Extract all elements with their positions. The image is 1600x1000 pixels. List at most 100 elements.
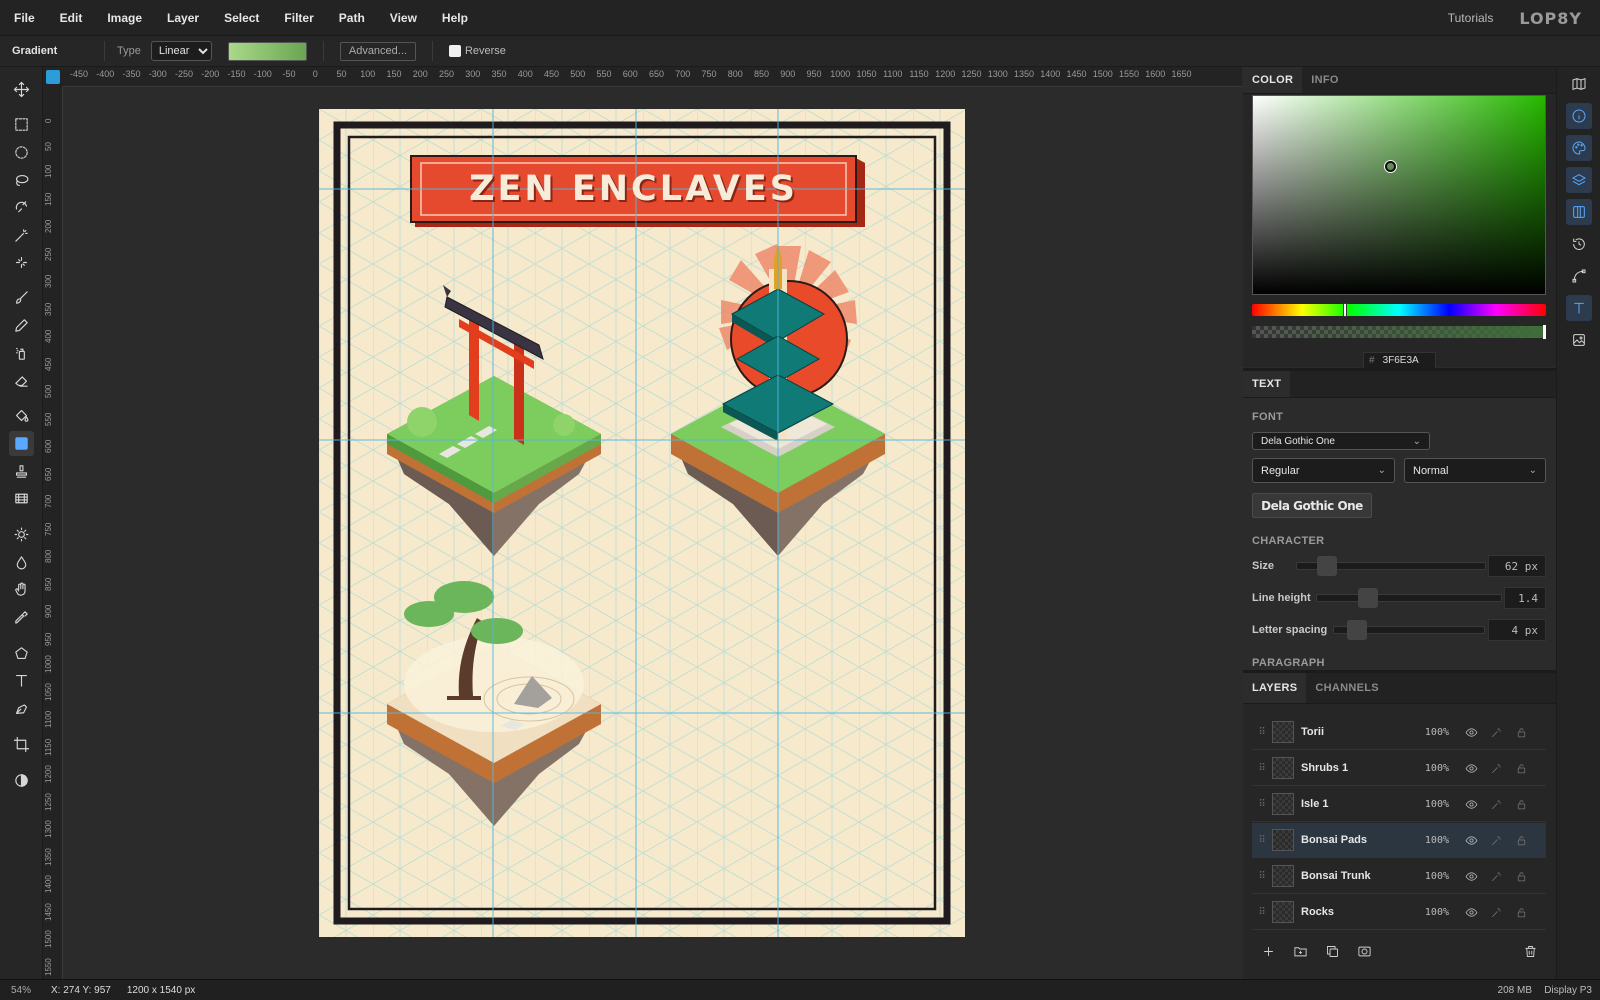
font-weight-select[interactable]: Regular ⌄	[1252, 458, 1395, 483]
move-tool[interactable]	[9, 77, 34, 102]
rect-select-tool[interactable]	[9, 112, 34, 137]
lasso-tool[interactable]	[9, 168, 34, 193]
horizontal-ruler[interactable]: -450 -400 -350 -300 -250 -200 -150 -100 -50 0 50 10…	[63, 67, 1242, 87]
layer-name[interactable]: Rocks	[1301, 906, 1411, 918]
gradient-type-select[interactable]: Linear	[150, 41, 212, 61]
menu-layer[interactable]: Layer	[153, 11, 210, 25]
size-slider-handle[interactable]	[1317, 556, 1337, 576]
layer-name[interactable]: Bonsai Trunk	[1301, 870, 1411, 882]
delete-layer-button[interactable]	[1514, 940, 1546, 962]
tab-layers[interactable]: LAYERS	[1243, 673, 1307, 703]
size-input[interactable]: 62 px	[1488, 555, 1546, 577]
quick-select-tool[interactable]	[9, 250, 34, 275]
reverse-checkbox[interactable]: Reverse	[448, 45, 506, 57]
layer-opacity[interactable]: 100%	[1411, 763, 1449, 774]
layer-opacity[interactable]: 100%	[1411, 799, 1449, 810]
navigator-toggle[interactable]	[1566, 71, 1592, 97]
eraser-tool[interactable]	[9, 368, 34, 393]
effects-button[interactable]	[1484, 906, 1509, 919]
adjust-tool[interactable]	[9, 768, 34, 793]
saturation-picker[interactable]	[1252, 95, 1546, 295]
crop-tool[interactable]	[9, 732, 34, 757]
tutorials-link[interactable]: Tutorials	[1448, 11, 1494, 25]
magic-wand-tool[interactable]	[9, 223, 34, 248]
guide-toggle[interactable]	[46, 70, 60, 84]
hue-slider[interactable]	[1252, 303, 1546, 317]
line-height-slider[interactable]	[1316, 594, 1502, 602]
visibility-toggle[interactable]	[1459, 726, 1484, 739]
text-toggle[interactable]	[1566, 295, 1592, 321]
magnetic-lasso-tool[interactable]	[9, 195, 34, 220]
menu-path[interactable]: Path	[325, 11, 376, 25]
lock-toggle[interactable]	[1509, 834, 1534, 847]
effects-button[interactable]	[1484, 762, 1509, 775]
menu-file[interactable]: File	[0, 11, 46, 25]
pen-tool[interactable]	[9, 696, 34, 721]
menu-filter[interactable]: Filter	[270, 11, 324, 25]
layers-toggle[interactable]	[1566, 167, 1592, 193]
gradient-tool[interactable]	[9, 431, 34, 456]
drag-handle-icon[interactable]: ⠿	[1252, 907, 1272, 918]
paths-toggle[interactable]	[1566, 263, 1592, 289]
eyedropper-tool[interactable]	[9, 605, 34, 630]
info-toggle[interactable]	[1566, 103, 1592, 129]
history-toggle[interactable]	[1566, 231, 1592, 257]
zoom-level[interactable]: 54%	[0, 985, 43, 996]
text-tool[interactable]	[9, 668, 34, 693]
letter-spacing-input[interactable]: 4 px	[1488, 619, 1546, 641]
menu-help[interactable]: Help	[428, 11, 479, 25]
alpha-handle[interactable]	[1543, 325, 1546, 339]
layer-name[interactable]: Torii	[1301, 726, 1411, 738]
layer-row[interactable]: ⠿ Bonsai Trunk 100%	[1252, 859, 1546, 894]
layer-opacity[interactable]: 100%	[1411, 907, 1449, 918]
checkbox-box[interactable]	[448, 45, 461, 57]
visibility-toggle[interactable]	[1459, 834, 1484, 847]
layer-row[interactable]: ⠿ Shrubs 1 100%	[1252, 751, 1546, 786]
poster-title[interactable]: ZEN ENCLAVES	[411, 156, 856, 222]
image-toggle[interactable]	[1566, 327, 1592, 353]
menu-view[interactable]: View	[376, 11, 428, 25]
layer-row[interactable]: ⠿ Rocks 100%	[1252, 895, 1546, 930]
hex-input[interactable]: #3F6E3A	[1363, 352, 1436, 369]
spray-tool[interactable]	[9, 341, 34, 366]
visibility-toggle[interactable]	[1459, 870, 1484, 883]
lock-toggle[interactable]	[1509, 906, 1534, 919]
alpha-slider[interactable]	[1252, 325, 1546, 339]
drag-handle-icon[interactable]: ⠿	[1252, 727, 1272, 738]
drag-handle-icon[interactable]: ⠿	[1252, 799, 1272, 810]
add-layer-button[interactable]	[1252, 940, 1284, 962]
tab-text[interactable]: TEXT	[1243, 371, 1291, 397]
visibility-toggle[interactable]	[1459, 906, 1484, 919]
mask-button[interactable]	[1348, 940, 1380, 962]
layer-opacity[interactable]: 100%	[1411, 871, 1449, 882]
font-preview[interactable]: Dela Gothic One	[1252, 493, 1372, 518]
dodge-tool[interactable]	[9, 522, 34, 547]
layer-row[interactable]: ⠿ Torii 100%	[1252, 715, 1546, 750]
new-group-button[interactable]	[1284, 940, 1316, 962]
ruler-corner[interactable]	[43, 67, 63, 87]
layer-name[interactable]: Bonsai Pads	[1301, 834, 1411, 846]
drag-handle-icon[interactable]: ⠿	[1252, 763, 1272, 774]
canvas-area[interactable]: ZEN ENCLAVES	[63, 87, 1242, 979]
tab-color[interactable]: COLOR	[1243, 67, 1303, 93]
fill-tool[interactable]	[9, 403, 34, 428]
effects-button[interactable]	[1484, 798, 1509, 811]
pattern-tool[interactable]	[9, 486, 34, 511]
vertical-ruler[interactable]: 0 50 100 150 200 250 300 350 400 450 500 550 600 650 7…	[43, 87, 63, 979]
channels-toggle[interactable]	[1566, 199, 1592, 225]
color-toggle[interactable]	[1566, 135, 1592, 161]
layer-row[interactable]: ⠿ Isle 1 100%	[1252, 787, 1546, 822]
layer-opacity[interactable]: 100%	[1411, 727, 1449, 738]
duplicate-layer-button[interactable]	[1316, 940, 1348, 962]
font-family-select[interactable]: Dela Gothic One ⌄	[1252, 432, 1430, 450]
effects-button[interactable]	[1484, 834, 1509, 847]
visibility-toggle[interactable]	[1459, 798, 1484, 811]
blur-tool[interactable]	[9, 550, 34, 575]
line-height-input[interactable]: 1.4	[1504, 587, 1546, 609]
menu-select[interactable]: Select	[210, 11, 270, 25]
drag-handle-icon[interactable]: ⠿	[1252, 871, 1272, 882]
tab-info[interactable]: INFO	[1302, 67, 1347, 93]
font-style-select[interactable]: Normal ⌄	[1404, 458, 1546, 483]
lock-toggle[interactable]	[1509, 726, 1534, 739]
menu-image[interactable]: Image	[93, 11, 153, 25]
